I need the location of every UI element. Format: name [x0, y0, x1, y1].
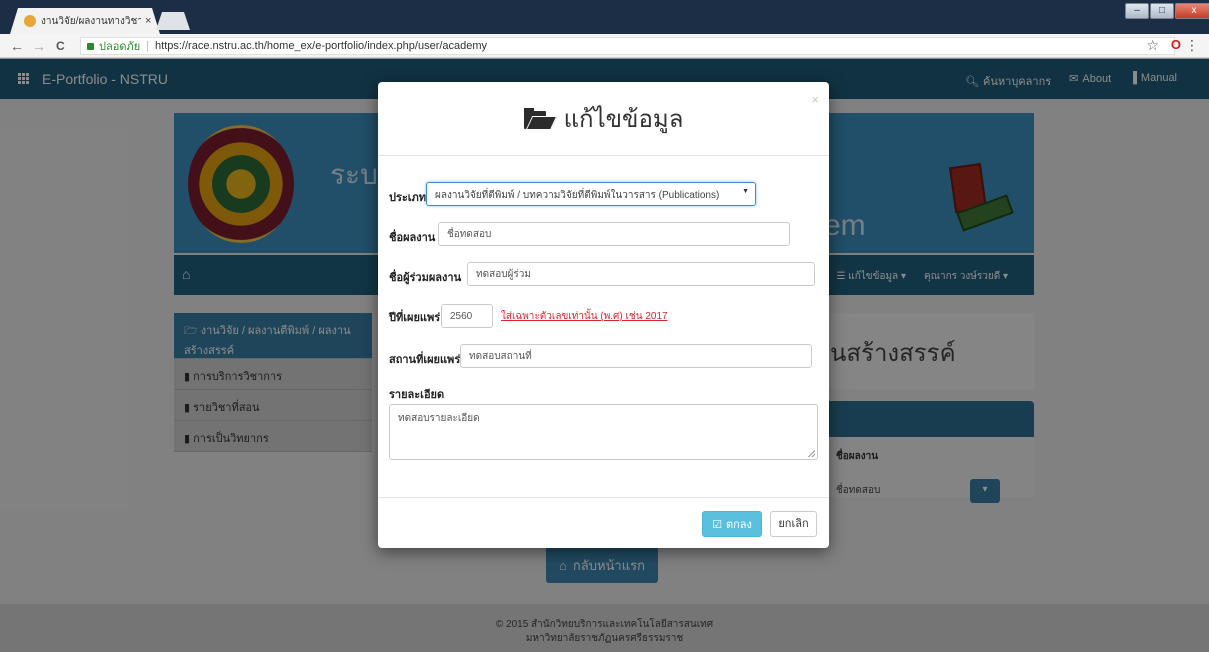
dialog-title: แก้ไขข้อมูล: [563, 106, 684, 133]
place-label: สถานที่เผยแพร่: [389, 354, 461, 366]
back-arrow-icon[interactable]: ←: [10, 38, 24, 54]
cancel-button[interactable]: ยกเลิก: [770, 511, 817, 537]
url-text: https://race.nstru.ac.th/home_ex/e-portf…: [155, 40, 488, 52]
coauthor-input[interactable]: [467, 262, 815, 286]
place-input[interactable]: [460, 344, 812, 368]
tab-title: งานวิจัย/ผลงานทางวิชาการ |: [41, 15, 141, 27]
browser-menu-icon[interactable]: ⋮: [1185, 37, 1199, 54]
coauthor-label: ชื่อผู้ร่วมผลงาน: [389, 272, 462, 284]
type-select-value: ผลงานวิจัยที่ตีพิมพ์ / บทความวิจัยที่ตีพ…: [435, 190, 720, 201]
year-label: ปีที่เผยแพร่: [389, 312, 441, 324]
dialog-footer: ☑ ตกลง ยกเลิก: [378, 497, 829, 548]
window-close-button[interactable]: x: [1175, 3, 1209, 19]
detail-textarea-value: ทดสอบรายละเอียด: [398, 413, 480, 424]
lock-icon: [87, 42, 94, 50]
folder-open-icon: [523, 107, 557, 130]
dialog-header: แก้ไขข้อมูล: [378, 82, 829, 156]
work-name-input[interactable]: [438, 222, 790, 246]
detail-textarea[interactable]: ทดสอบรายละเอียด: [389, 404, 818, 460]
edit-dialog: × แก้ไขข้อมูล ประเภท ผลงานวิจัยที่ตีพิมพ…: [378, 82, 829, 548]
resize-handle-icon[interactable]: [808, 450, 815, 457]
address-bar: ← → C ปลอดภัย | https://race.nstru.ac.th…: [0, 34, 1209, 58]
window-controls: – □ x: [1124, 3, 1209, 21]
reload-icon[interactable]: C: [56, 39, 65, 53]
url-field[interactable]: ปลอดภัย | https://race.nstru.ac.th/home_…: [80, 37, 1175, 55]
name-label: ชื่อผลงาน: [389, 232, 436, 244]
chevron-down-icon: ▼: [742, 188, 749, 195]
type-label: ประเภท: [389, 192, 427, 204]
ok-button-label: ตกลง: [725, 519, 752, 531]
new-tab-button[interactable]: [156, 12, 190, 30]
ok-button[interactable]: ☑ ตกลง: [702, 511, 762, 537]
detail-label: รายละเอียด: [389, 389, 445, 401]
secure-label: ปลอดภัย: [99, 41, 141, 53]
forward-arrow-icon[interactable]: →: [32, 38, 46, 54]
window-minimize-button[interactable]: –: [1125, 3, 1149, 19]
opera-icon[interactable]: O: [1171, 37, 1181, 52]
year-hint: ใส่เฉพาะตัวเลขเท่านั้น (พ.ศ) เช่น 2017: [501, 311, 668, 322]
browser-tab[interactable]: งานวิจัย/ผลงานทางวิชาการ | ×: [10, 8, 160, 34]
year-input[interactable]: [441, 304, 493, 328]
check-edit-icon: ☑: [712, 518, 722, 531]
bookmark-star-icon[interactable]: ☆: [1146, 37, 1159, 54]
browser-tab-bar: งานวิจัย/ผลงานทางวิชาการ | × – □ x: [0, 0, 1209, 34]
site-favicon-icon: [24, 15, 36, 27]
window-maximize-button[interactable]: □: [1150, 3, 1174, 19]
type-select[interactable]: ผลงานวิจัยที่ตีพิมพ์ / บทความวิจัยที่ตีพ…: [426, 182, 756, 206]
tab-close-icon[interactable]: ×: [145, 15, 151, 27]
